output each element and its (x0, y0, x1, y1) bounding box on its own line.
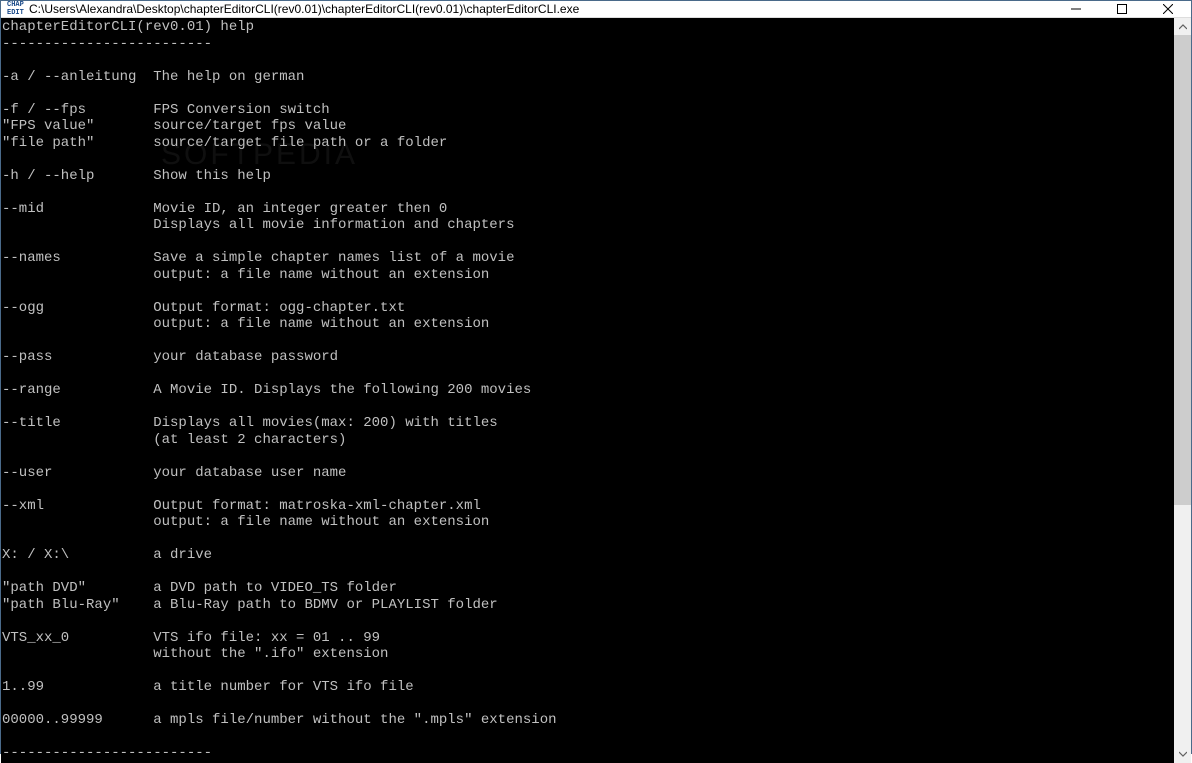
titlebar[interactable]: CHAP EDIT C:\Users\Alexandra\Desktop\cha… (1, 1, 1191, 18)
scroll-down-arrow-icon[interactable] (1174, 746, 1191, 763)
minimize-button[interactable] (1053, 1, 1099, 17)
window-title: C:\Users\Alexandra\Desktop\chapterEditor… (29, 2, 1053, 16)
console-output[interactable]: chapterEditorCLI(rev0.01) help ---------… (1, 18, 1174, 763)
scroll-up-arrow-icon[interactable] (1174, 18, 1191, 35)
client-area: SOFTPEDIA chapterEditorCLI(rev0.01) help… (1, 18, 1191, 763)
maximize-button[interactable] (1099, 1, 1145, 17)
app-window: CHAP EDIT C:\Users\Alexandra\Desktop\cha… (0, 0, 1192, 754)
app-icon: CHAP EDIT (7, 1, 23, 17)
close-button[interactable] (1145, 1, 1191, 17)
scroll-thumb[interactable] (1174, 35, 1191, 505)
window-buttons (1053, 1, 1191, 17)
vertical-scrollbar[interactable] (1174, 18, 1191, 763)
